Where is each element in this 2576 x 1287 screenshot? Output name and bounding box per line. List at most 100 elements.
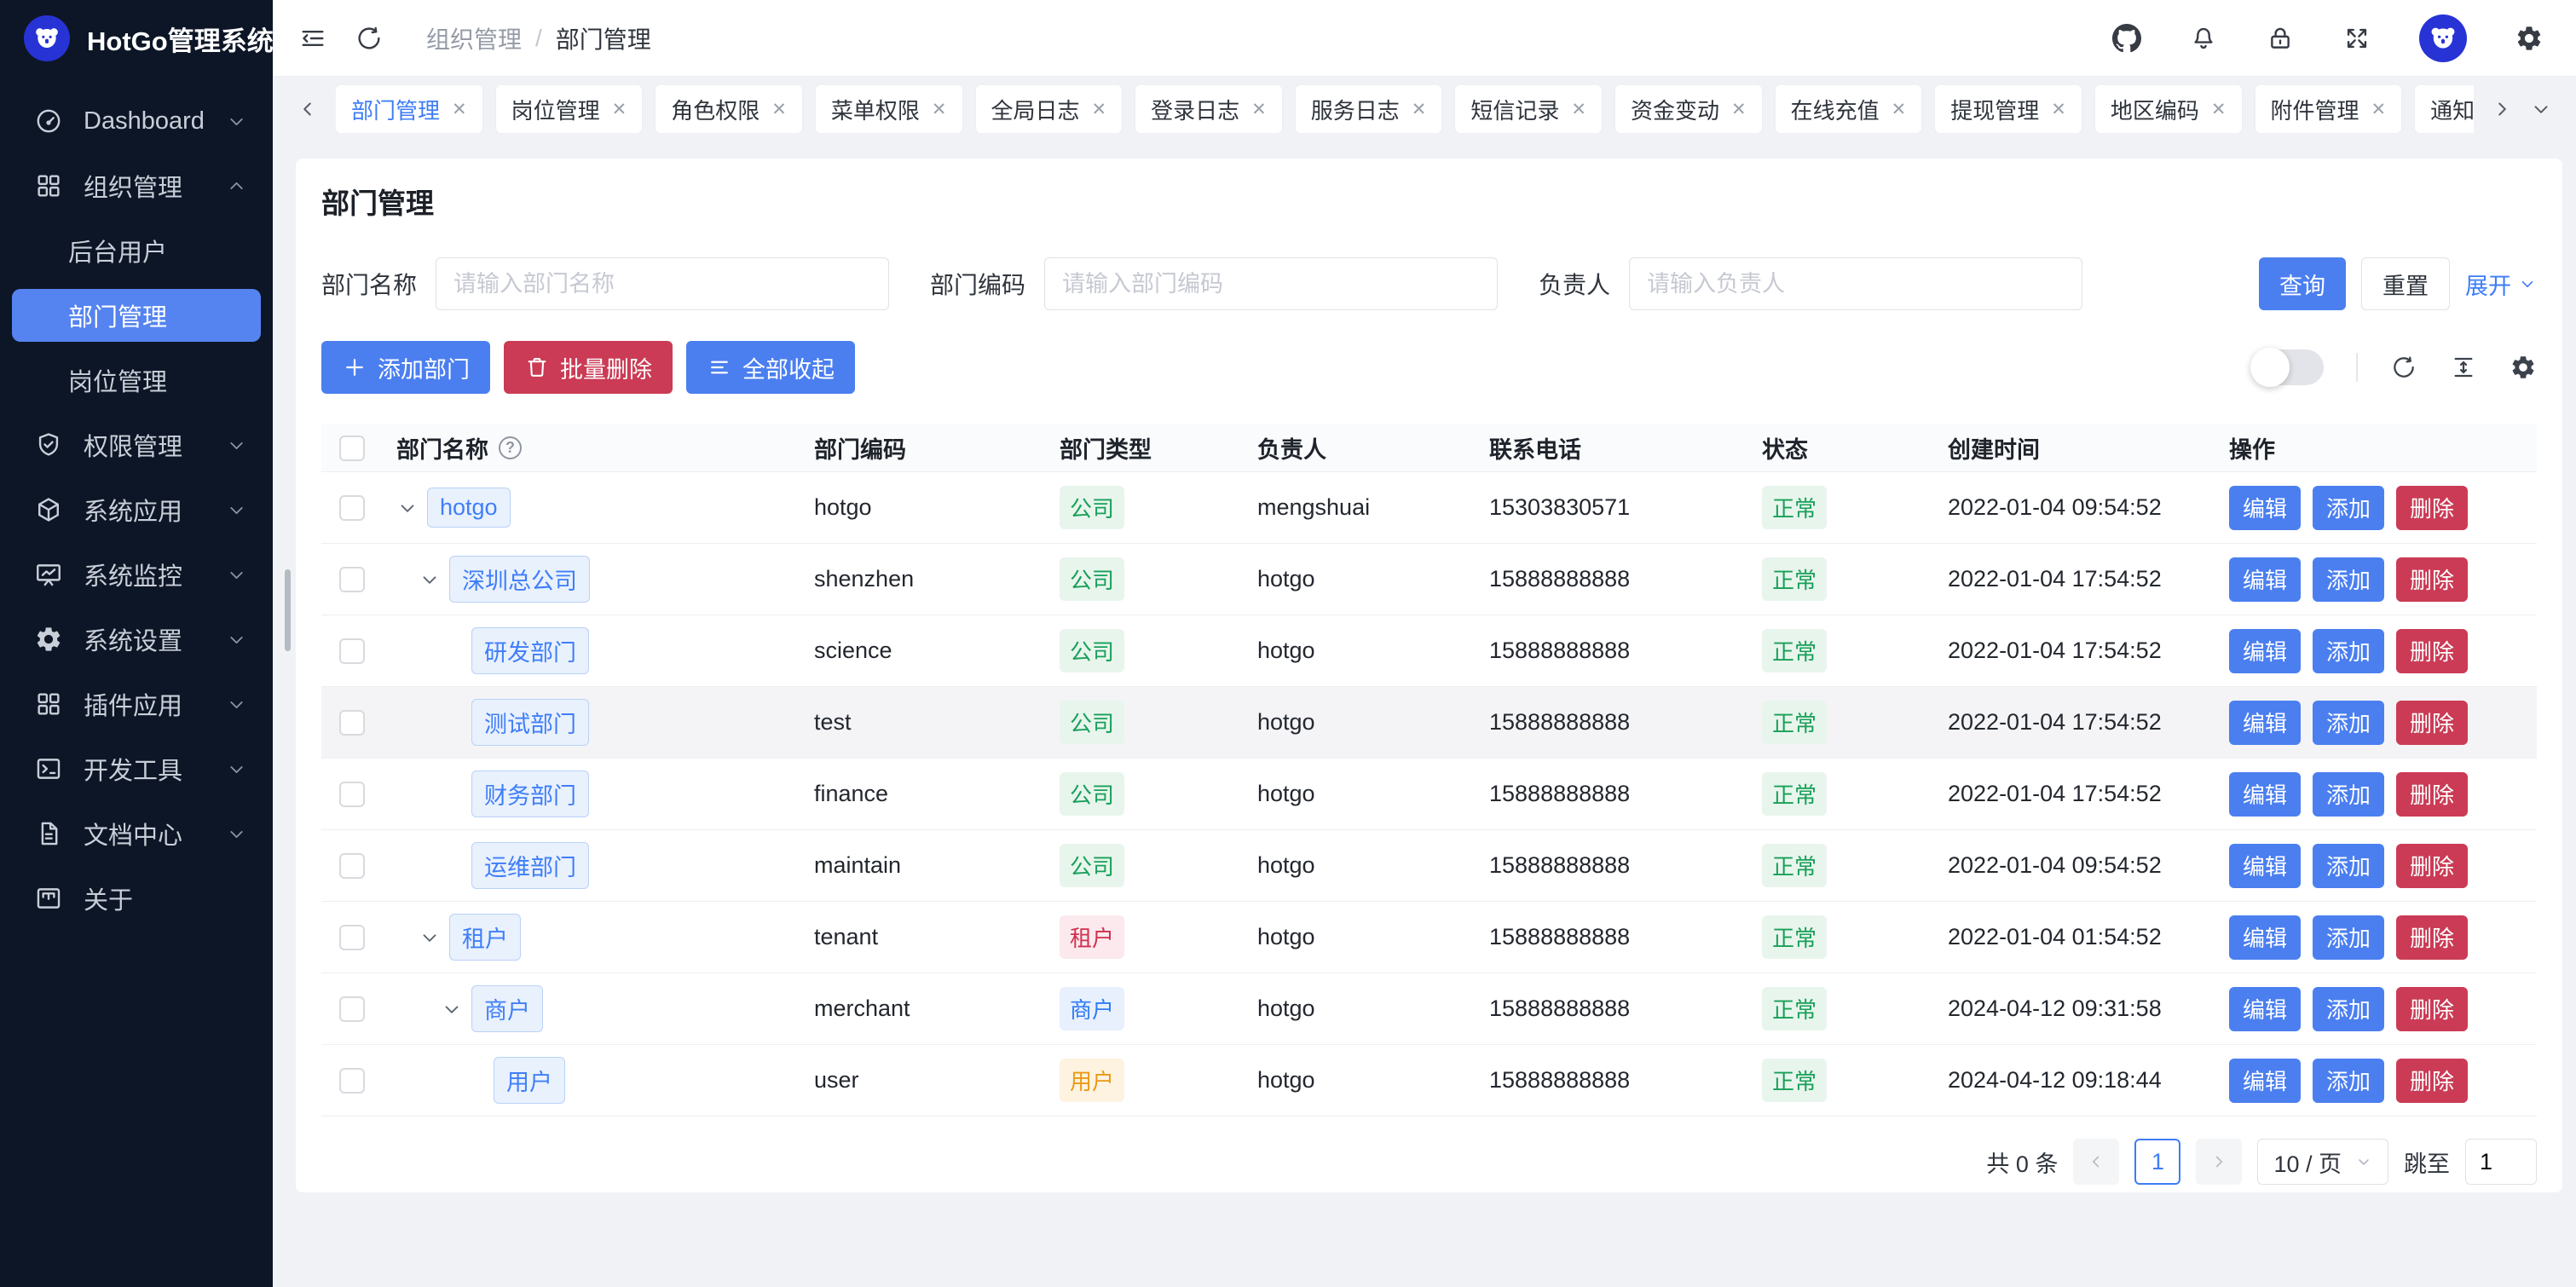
department-name-tag[interactable]: 商户 — [471, 985, 543, 1032]
add-button[interactable]: 添加 — [2313, 557, 2384, 602]
delete-button[interactable]: 删除 — [2396, 629, 2468, 673]
tab-close-icon[interactable]: ✕ — [1412, 101, 1427, 118]
tabs-scroll-right-icon[interactable] — [2491, 98, 2513, 120]
row-checkbox[interactable] — [339, 853, 365, 879]
sidebar-item-文档中心[interactable]: 文档中心 — [0, 801, 273, 866]
tab-附件管理[interactable]: 附件管理✕ — [2255, 85, 2402, 133]
delete-button[interactable]: 删除 — [2396, 701, 2468, 745]
sidebar-subitem-岗位管理[interactable]: 岗位管理 — [0, 348, 273, 413]
add-button[interactable]: 添加 — [2313, 486, 2384, 530]
tab-全局日志[interactable]: 全局日志✕ — [976, 85, 1123, 133]
row-checkbox[interactable] — [339, 996, 365, 1022]
tab-close-icon[interactable]: ✕ — [452, 101, 467, 118]
next-page-button[interactable] — [2196, 1139, 2242, 1185]
row-height-icon[interactable] — [2450, 354, 2477, 381]
prev-page-button[interactable] — [2073, 1139, 2119, 1185]
tab-提现管理[interactable]: 提现管理✕ — [1935, 85, 2082, 133]
tab-close-icon[interactable]: ✕ — [932, 101, 947, 118]
tabs-dropdown-icon[interactable] — [2530, 98, 2552, 120]
tab-close-icon[interactable]: ✕ — [771, 101, 787, 118]
tab-岗位管理[interactable]: 岗位管理✕ — [496, 85, 643, 133]
tab-close-icon[interactable]: ✕ — [2371, 101, 2387, 118]
sidebar-item-组织管理[interactable]: 组织管理 — [0, 153, 273, 218]
expand-toggle[interactable]: 展开 — [2465, 268, 2537, 301]
edit-button[interactable]: 编辑 — [2229, 1059, 2301, 1103]
tab-服务日志[interactable]: 服务日志✕ — [1296, 85, 1442, 133]
field-input-2[interactable] — [1629, 257, 2082, 310]
department-name-tag[interactable]: 财务部门 — [471, 770, 589, 817]
caret-down-icon[interactable] — [441, 998, 463, 1020]
edit-button[interactable]: 编辑 — [2229, 987, 2301, 1031]
sidebar-subitem-后台用户[interactable]: 后台用户 — [0, 218, 273, 283]
delete-button[interactable]: 删除 — [2396, 557, 2468, 602]
caret-down-icon[interactable] — [419, 568, 441, 591]
add-button[interactable]: 添加 — [2313, 772, 2384, 817]
app-logo[interactable]: HotGo管理系统 — [0, 0, 273, 77]
tab-close-icon[interactable]: ✕ — [1571, 101, 1586, 118]
page-1-button[interactable]: 1 — [2134, 1139, 2180, 1185]
department-name-tag[interactable]: 用户 — [494, 1057, 565, 1104]
sidebar-item-Dashboard[interactable]: Dashboard — [0, 89, 273, 153]
delete-button[interactable]: 删除 — [2396, 772, 2468, 817]
tab-角色权限[interactable]: 角色权限✕ — [656, 85, 802, 133]
edit-button[interactable]: 编辑 — [2229, 629, 2301, 673]
delete-button[interactable]: 删除 — [2396, 915, 2468, 960]
menu-collapse-icon[interactable] — [298, 24, 327, 53]
edit-button[interactable]: 编辑 — [2229, 844, 2301, 888]
tab-菜单权限[interactable]: 菜单权限✕ — [816, 85, 962, 133]
edit-button[interactable]: 编辑 — [2229, 915, 2301, 960]
help-icon[interactable]: ? — [499, 436, 522, 459]
table-settings-gear-icon[interactable] — [2510, 354, 2537, 381]
select-all-checkbox[interactable] — [339, 436, 365, 461]
row-checkbox[interactable] — [339, 567, 365, 592]
department-name-tag[interactable]: 测试部门 — [471, 699, 589, 746]
tab-通知公告[interactable]: 通知公告✕ — [2415, 85, 2474, 133]
row-checkbox[interactable] — [339, 925, 365, 950]
sidebar-item-系统监控[interactable]: 系统监控 — [0, 542, 273, 607]
tab-close-icon[interactable]: ✕ — [1092, 101, 1107, 118]
jump-page-input[interactable] — [2465, 1139, 2537, 1185]
add-button[interactable]: 添加 — [2313, 701, 2384, 745]
user-avatar[interactable] — [2419, 14, 2467, 62]
tab-close-icon[interactable]: ✕ — [1892, 101, 1907, 118]
sidebar-item-系统设置[interactable]: 系统设置 — [0, 607, 273, 672]
tab-登录日志[interactable]: 登录日志✕ — [1135, 85, 1282, 133]
tab-close-icon[interactable]: ✕ — [612, 101, 627, 118]
sidebar-subitem-部门管理[interactable]: 部门管理 — [12, 289, 261, 342]
tab-资金变动[interactable]: 资金变动✕ — [1615, 85, 1762, 133]
caret-down-icon[interactable] — [396, 497, 419, 519]
tab-短信记录[interactable]: 短信记录✕ — [1455, 85, 1602, 133]
scrollbar-thumb[interactable] — [285, 569, 291, 651]
add-button[interactable]: 添加 — [2313, 1059, 2384, 1103]
department-name-tag[interactable]: 研发部门 — [471, 627, 589, 674]
row-checkbox[interactable] — [339, 495, 365, 521]
collapse-all-button[interactable]: 全部收起 — [686, 341, 855, 394]
notification-bell-icon[interactable] — [2189, 24, 2218, 53]
github-icon[interactable] — [2112, 24, 2141, 53]
tab-部门管理[interactable]: 部门管理✕ — [336, 85, 482, 133]
delete-button[interactable]: 删除 — [2396, 486, 2468, 530]
row-checkbox[interactable] — [339, 782, 365, 807]
row-checkbox[interactable] — [339, 638, 365, 664]
sidebar-item-权限管理[interactable]: 权限管理 — [0, 413, 273, 477]
page-size-select[interactable]: 10 / 页 — [2257, 1139, 2388, 1185]
batch-delete-button[interactable]: 批量删除 — [504, 341, 673, 394]
tab-在线充值[interactable]: 在线充值✕ — [1776, 85, 1922, 133]
table-toggle-switch[interactable] — [2250, 349, 2324, 385]
settings-gear-icon[interactable] — [2515, 24, 2544, 53]
fullscreen-icon[interactable] — [2342, 24, 2371, 53]
sidebar-item-开发工具[interactable]: 开发工具 — [0, 736, 273, 801]
tabs-scroll-left-icon[interactable] — [297, 98, 319, 120]
add-button[interactable]: 添加 — [2313, 844, 2384, 888]
sidebar-item-关于[interactable]: 关于 — [0, 866, 273, 931]
sidebar-item-插件应用[interactable]: 插件应用 — [0, 672, 273, 736]
row-checkbox[interactable] — [339, 1068, 365, 1094]
sidebar-item-系统应用[interactable]: 系统应用 — [0, 477, 273, 542]
reset-button[interactable]: 重置 — [2361, 257, 2450, 310]
department-name-tag[interactable]: 深圳总公司 — [449, 556, 590, 603]
tab-close-icon[interactable]: ✕ — [2051, 101, 2066, 118]
add-button[interactable]: 添加 — [2313, 629, 2384, 673]
edit-button[interactable]: 编辑 — [2229, 486, 2301, 530]
refresh-icon[interactable] — [355, 24, 384, 53]
tab-close-icon[interactable]: ✕ — [2211, 101, 2227, 118]
